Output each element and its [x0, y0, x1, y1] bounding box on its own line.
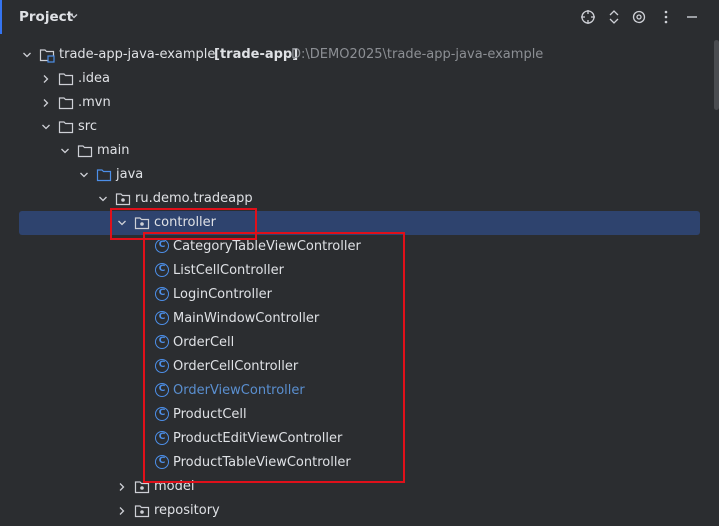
- folder-label: java: [116, 167, 144, 182]
- folder-icon: [58, 73, 74, 86]
- chevron-right-icon[interactable]: [116, 505, 128, 517]
- chevron-down-icon[interactable]: [21, 49, 33, 61]
- root-project-name: trade-app-java-example: [59, 47, 216, 62]
- tree-node-root[interactable]: trade-app-java-example [trade-app] D:\DE…: [0, 43, 719, 67]
- package-icon: [115, 193, 131, 206]
- tree-node-idea[interactable]: .idea: [0, 67, 719, 91]
- classes-highlight-box: [143, 232, 405, 483]
- tree-node-src[interactable]: src: [0, 115, 719, 139]
- package-label: ru.demo.tradeapp: [135, 191, 253, 206]
- tree-node-mvn[interactable]: .mvn: [0, 91, 719, 115]
- folder-label: .mvn: [78, 95, 111, 110]
- chevron-right-icon[interactable]: [116, 481, 128, 493]
- folder-label: .idea: [78, 71, 110, 86]
- folder-label: main: [97, 143, 130, 158]
- root-path: D:\DEMO2025\trade-app-java-example: [291, 47, 544, 62]
- more-options-icon[interactable]: [657, 8, 675, 26]
- chevron-right-icon[interactable]: [40, 97, 52, 109]
- tree-node-java[interactable]: java: [0, 163, 719, 187]
- project-panel-header: Project: [0, 0, 719, 36]
- chevron-down-icon[interactable]: [97, 193, 109, 205]
- chevron-down-icon[interactable]: [40, 121, 52, 133]
- locate-icon[interactable]: [579, 8, 597, 26]
- package-label: repository: [154, 503, 220, 518]
- folder-icon: [58, 97, 74, 110]
- chevron-down-icon[interactable]: [69, 11, 79, 21]
- expand-collapse-icon[interactable]: [605, 8, 623, 26]
- root-module-name: [trade-app]: [214, 47, 299, 62]
- tree-node-repository[interactable]: repository: [0, 499, 719, 523]
- package-icon: [134, 505, 150, 518]
- settings-icon[interactable]: [630, 8, 648, 26]
- panel-title[interactable]: Project: [19, 9, 73, 25]
- chevron-right-icon[interactable]: [40, 73, 52, 85]
- chevron-down-icon[interactable]: [59, 145, 71, 157]
- folder-label: src: [78, 119, 97, 134]
- chevron-down-icon[interactable]: [78, 169, 90, 181]
- tree-node-main[interactable]: main: [0, 139, 719, 163]
- module-folder-icon: [39, 49, 55, 63]
- minimize-icon[interactable]: [683, 8, 701, 26]
- tree-node-package[interactable]: ru.demo.tradeapp: [0, 187, 719, 211]
- source-folder-icon: [96, 169, 112, 182]
- folder-icon: [58, 121, 74, 134]
- folder-icon: [77, 145, 93, 158]
